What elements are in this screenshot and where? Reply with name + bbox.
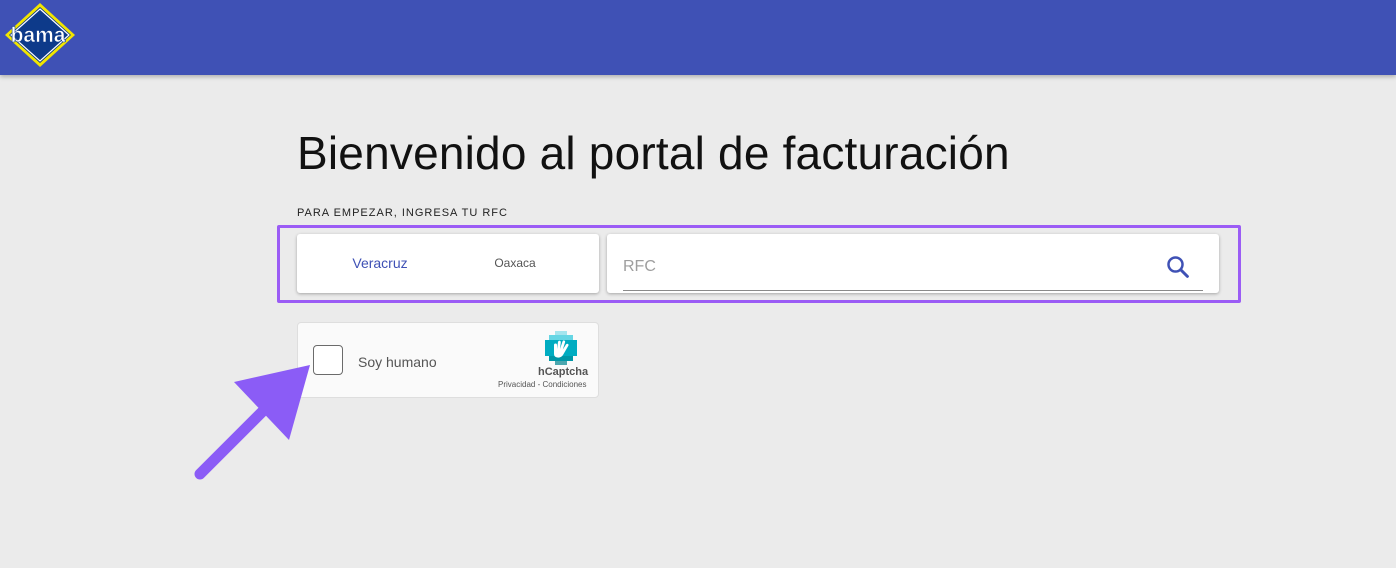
tab-veracruz[interactable]: Veracruz (337, 234, 423, 293)
rfc-search-card (607, 234, 1219, 293)
captcha-links: Privacidad - Condiciones (498, 380, 587, 389)
captcha-label: Soy humano (358, 354, 437, 370)
captcha-terms-link[interactable]: Condiciones (542, 380, 586, 389)
region-selector: Veracruz Oaxaca (297, 234, 599, 293)
logo-text: bama (11, 24, 66, 47)
page-title: Bienvenido al portal de facturación (297, 127, 1010, 179)
hcaptcha-brand: hCaptcha (538, 366, 589, 378)
search-icon (1167, 256, 1189, 278)
hcaptcha-hand-icon (545, 331, 577, 365)
annotation-arrow-icon (194, 365, 310, 480)
tab-oaxaca[interactable]: Oaxaca (477, 234, 553, 293)
bama-logo[interactable]: bama (4, 2, 76, 68)
rfc-input-underline (623, 290, 1203, 291)
hcaptcha-widget: Soy humano hCaptcha Privacidad - Condici… (297, 322, 599, 398)
rfc-input[interactable] (623, 246, 1143, 288)
top-app-bar: bama (0, 0, 1396, 75)
search-button[interactable] (1163, 252, 1193, 282)
rfc-instruction-label: PARA EMPEZAR, INGRESA TU RFC (297, 207, 508, 219)
captcha-privacy-link[interactable]: Privacidad (498, 380, 535, 389)
